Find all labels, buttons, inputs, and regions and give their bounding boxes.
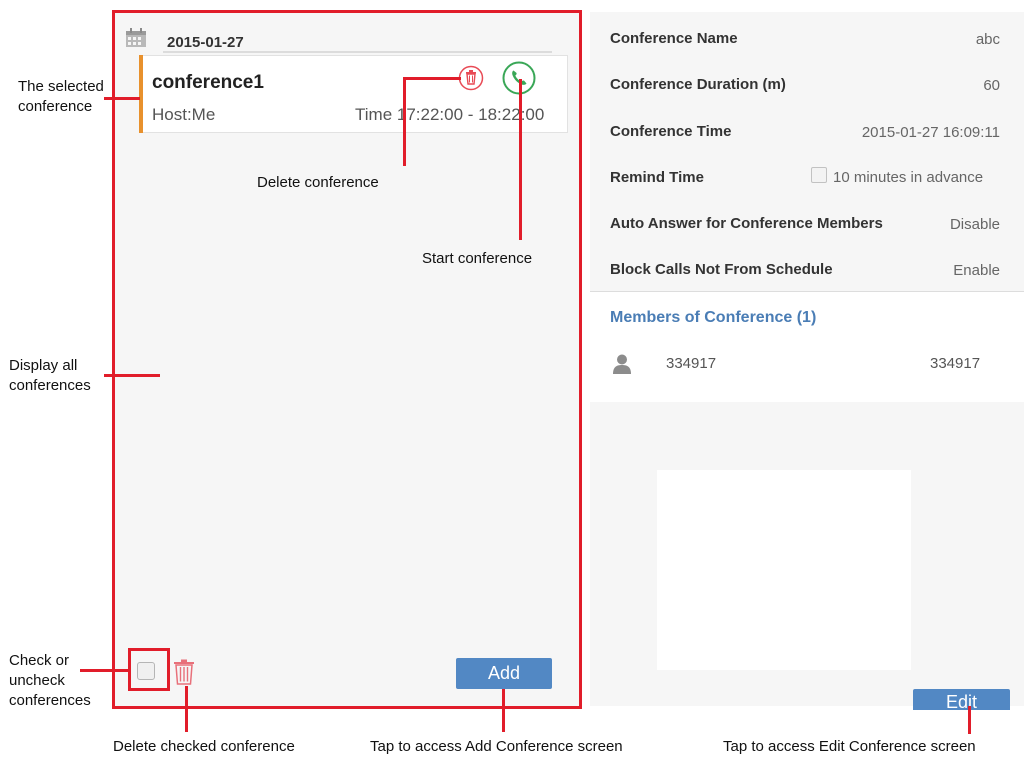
member-name: 334917: [930, 355, 981, 372]
duration-value: 60: [983, 77, 1000, 94]
duration-label: Conference Duration (m): [610, 76, 786, 93]
annotation-display-all: Display all conferences: [9, 357, 91, 394]
block-calls-value: Enable: [953, 262, 1000, 279]
callout-line: [104, 97, 140, 100]
auto-answer-label: Auto Answer for Conference Members: [610, 215, 883, 232]
callout-line: [80, 669, 128, 672]
annotation-check-uncheck: Check or uncheck conferences: [9, 652, 91, 709]
edit-conference-button[interactable]: Edit: [913, 689, 1010, 710]
callout-line: [104, 374, 160, 377]
annotation-delete-checked: Delete checked conference: [113, 738, 295, 755]
person-icon: [613, 354, 631, 374]
member-number: 334917: [666, 355, 717, 372]
annotation-delete-conference: Delete conference: [257, 174, 379, 191]
callout-line: [502, 689, 505, 732]
callout-line: [185, 686, 188, 732]
checkbox-highlight-box: [128, 648, 170, 691]
conference-time-label: Conference Time: [610, 123, 732, 140]
conference-name-label: Conference Name: [610, 30, 738, 47]
callout-line: [968, 706, 971, 734]
annotation-selected-conference: The selected conference: [18, 78, 104, 115]
annotation-tap-edit: Tap to access Edit Conference screen: [723, 738, 976, 755]
annotation-start-conference: Start conference: [422, 250, 533, 267]
callout-line: [403, 77, 406, 166]
members-title: Members of Conference (1): [610, 309, 817, 326]
annotation-tap-add: Tap to access Add Conference screen: [370, 738, 623, 755]
remind-checkbox: [811, 167, 827, 183]
callout-line: [519, 79, 522, 240]
conference-name-value: abc: [975, 31, 1000, 48]
remind-time-value: 10 minutes in advance: [833, 169, 984, 186]
list-highlight-box: [112, 10, 582, 709]
block-calls-label: Block Calls Not From Schedule: [610, 261, 833, 278]
remind-time-label: Remind Time: [610, 169, 704, 186]
auto-answer-value: Disable: [949, 216, 1000, 233]
details-blank-area: [657, 470, 911, 670]
callout-line: [403, 77, 461, 80]
conference-time-value: 2015-01-27 16:09:11: [861, 124, 1000, 141]
